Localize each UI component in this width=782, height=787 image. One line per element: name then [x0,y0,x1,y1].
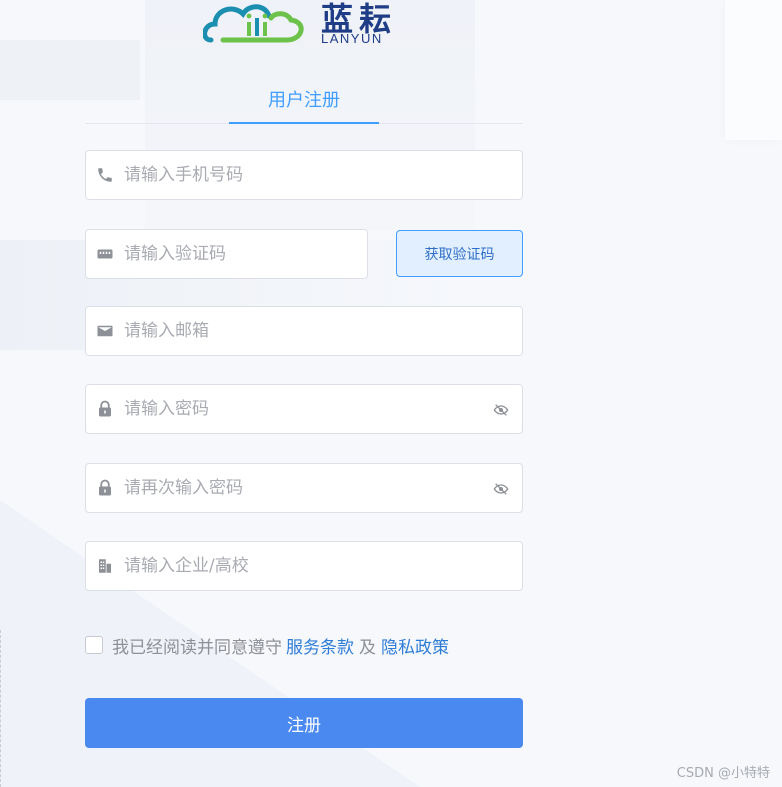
brand-logo: 蓝耘 LANYUN [202,0,413,48]
lock-icon [96,400,114,418]
company-input[interactable] [124,542,480,590]
phone-input[interactable] [124,151,480,199]
eye-off-icon[interactable] [492,480,510,498]
code-input[interactable] [124,230,325,278]
agreement-conjunction: 及 [359,637,376,658]
agreement-checkbox[interactable] [85,636,103,654]
phone-field[interactable] [85,150,523,200]
password-confirm-field[interactable] [85,463,523,513]
watermark: CSDN @小特特 [676,766,770,781]
agreement-row: 我已经阅读并同意遵守 服务条款 及 隐私政策 [85,632,449,658]
building-icon [96,557,114,575]
mail-icon [96,322,114,340]
background-card [725,0,782,140]
eye-off-icon[interactable] [492,401,510,419]
terms-link[interactable]: 服务条款 [286,633,354,658]
tab-bar: 用户注册 [85,76,523,124]
keyboard-icon [96,245,114,263]
phone-icon [96,166,114,184]
agreement-text: 我已经阅读并同意遵守 [112,637,282,658]
cloud-logo-icon [202,4,304,43]
tab-active-indicator [229,122,379,124]
background-dashed-line [0,630,1,787]
password-input[interactable] [124,385,480,433]
privacy-link[interactable]: 隐私政策 [381,633,449,658]
password-confirm-input[interactable] [124,464,480,512]
company-field[interactable] [85,541,523,591]
email-input[interactable] [124,307,480,355]
get-code-button[interactable]: 获取验证码 [396,230,523,277]
tab-user-register[interactable]: 用户注册 [229,86,379,112]
brand-subtitle: LANYUN [321,31,383,46]
register-button[interactable]: 注册 [85,698,523,748]
email-field[interactable] [85,306,523,356]
code-field[interactable] [85,229,368,279]
password-field[interactable] [85,384,523,434]
lock-icon [96,479,114,497]
